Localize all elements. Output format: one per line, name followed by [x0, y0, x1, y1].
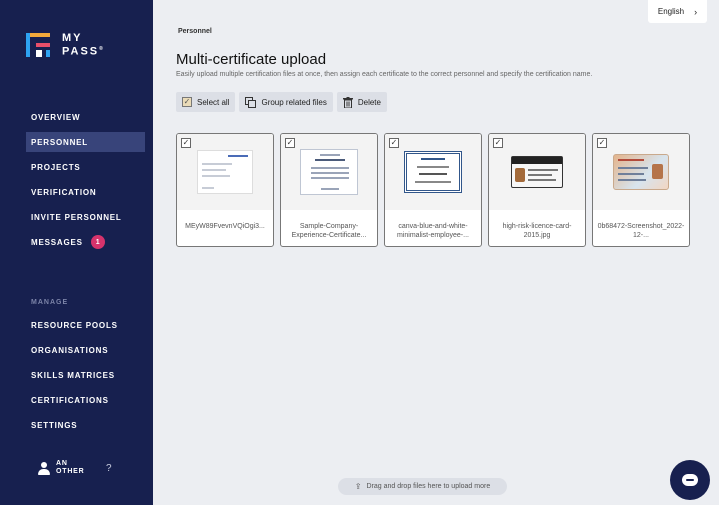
file-name: Sample-Company-Experience-Certificate...: [291, 223, 367, 239]
nav-item-certifications[interactable]: CERTIFICATIONS: [26, 390, 145, 410]
button-label: Select all: [197, 97, 230, 107]
nav-label: ORGANISATIONS: [31, 345, 109, 355]
file-name: MEyW89FvevnVQiOgi3...: [185, 223, 265, 230]
file-name: 0b68472-Screenshot_2022-12-...: [597, 223, 685, 239]
nav-label: RESOURCE POOLS: [31, 320, 118, 330]
upload-dropzone[interactable]: ⇪ Drag and drop files here to upload mor…: [338, 478, 507, 495]
nav-label: INVITE PERSONNEL: [31, 212, 122, 222]
group-related-files-button[interactable]: Group related files: [239, 92, 333, 112]
chat-bubble-icon: [682, 474, 698, 486]
nav-label: OVERVIEW: [31, 112, 81, 122]
nav-label: SKILLS MATRICES: [31, 370, 115, 380]
file-card[interactable]: ✓ 0b68472-Screenshot_2022-12-...: [592, 133, 690, 247]
nav-label: PROJECTS: [31, 162, 81, 172]
page-subtitle: Easily upload multiple certification fil…: [176, 71, 593, 78]
licence-card-thumbnail-icon: [511, 156, 563, 188]
button-label: Group related files: [261, 97, 327, 107]
user-name: AN OTHER: [56, 460, 85, 475]
framed-certificate-thumbnail-icon: [404, 151, 462, 193]
file-checkbox[interactable]: ✓: [389, 138, 399, 148]
nav-item-overview[interactable]: OVERVIEW: [26, 107, 145, 127]
nav-item-organisations[interactable]: ORGANISATIONS: [26, 340, 145, 360]
nav-item-invite-personnel[interactable]: INVITE PERSONNEL: [26, 207, 145, 227]
file-checkbox[interactable]: ✓: [597, 138, 607, 148]
file-checkbox[interactable]: ✓: [181, 138, 191, 148]
file-thumbnail: [385, 134, 481, 210]
file-checkbox[interactable]: ✓: [493, 138, 503, 148]
nav-label: MESSAGES: [31, 237, 83, 247]
file-thumbnail: [177, 134, 273, 210]
file-grid: ✓ MEyW89FvevnVQiOgi3... ✓ Sample-Company…: [176, 133, 696, 247]
toolbar: ✓ Select all Group related files Delete: [176, 92, 391, 112]
nav-label: SETTINGS: [31, 420, 78, 430]
nav-label: PERSONNEL: [31, 137, 88, 147]
file-card[interactable]: ✓ canva-blue-and-white-minimalist-employ…: [384, 133, 482, 247]
messages-count-badge: 1: [90, 235, 105, 249]
chat-button[interactable]: [670, 460, 710, 500]
file-checkbox[interactable]: ✓: [285, 138, 295, 148]
file-card[interactable]: ✓ MEyW89FvevnVQiOgi3...: [176, 133, 274, 247]
file-name: canva-blue-and-white-minimalist-employee…: [397, 223, 469, 239]
user-icon: [38, 461, 50, 475]
file-card[interactable]: ✓ Sample-Company-Experience-Certificate.…: [280, 133, 378, 247]
logo-text: MY PASS®: [62, 32, 105, 58]
page-title: Multi-certificate upload: [176, 51, 327, 68]
file-thumbnail: [281, 134, 377, 210]
nav-label: CERTIFICATIONS: [31, 395, 109, 405]
file-thumbnail: [489, 134, 585, 210]
nav-item-skills-matrices[interactable]: SKILLS MATRICES: [26, 365, 145, 385]
help-icon[interactable]: ?: [106, 463, 112, 474]
user-menu[interactable]: AN OTHER ?: [38, 460, 112, 476]
checkbox-checked-icon: ✓: [182, 97, 192, 107]
dropzone-label: Drag and drop files here to upload more: [366, 483, 491, 490]
manage-section-label: MANAGE: [31, 299, 69, 306]
chevron-right-icon: ›: [694, 6, 698, 17]
main-nav: OVERVIEW PERSONNEL PROJECTS VERIFICATION…: [26, 107, 145, 257]
nav-item-verification[interactable]: VERIFICATION: [26, 182, 145, 202]
button-label: Delete: [357, 97, 381, 107]
file-name: high-risk-licence-card-2015.jpg: [502, 223, 572, 239]
nav-item-personnel[interactable]: PERSONNEL: [26, 132, 145, 152]
document-thumbnail-icon: [197, 150, 253, 194]
sidebar: MY PASS® OVERVIEW PERSONNEL PROJECTS VER…: [0, 0, 153, 505]
nav-item-settings[interactable]: SETTINGS: [26, 415, 145, 435]
copy-icon: [245, 96, 257, 108]
id-card-thumbnail-icon: [613, 154, 669, 190]
language-selector[interactable]: English ›: [648, 0, 707, 23]
file-card[interactable]: ✓ high-risk-licence-card-2015.jpg: [488, 133, 586, 247]
upload-icon: ⇪: [354, 482, 362, 491]
nav-item-messages[interactable]: MESSAGES 1: [26, 232, 145, 252]
nav-item-projects[interactable]: PROJECTS: [26, 157, 145, 177]
mypass-logo-icon: [26, 33, 50, 58]
certificate-thumbnail-icon: [300, 149, 358, 195]
breadcrumb[interactable]: Personnel: [178, 28, 212, 35]
language-label: English: [657, 7, 685, 16]
nav-label: VERIFICATION: [31, 187, 97, 197]
nav-item-resource-pools[interactable]: RESOURCE POOLS: [26, 315, 145, 335]
manage-nav: RESOURCE POOLS ORGANISATIONS SKILLS MATR…: [26, 315, 145, 440]
trash-icon: [342, 96, 353, 108]
logo[interactable]: MY PASS®: [26, 33, 105, 58]
select-all-button[interactable]: ✓ Select all: [176, 92, 236, 112]
delete-button[interactable]: Delete: [336, 92, 387, 112]
file-thumbnail: [593, 134, 689, 210]
